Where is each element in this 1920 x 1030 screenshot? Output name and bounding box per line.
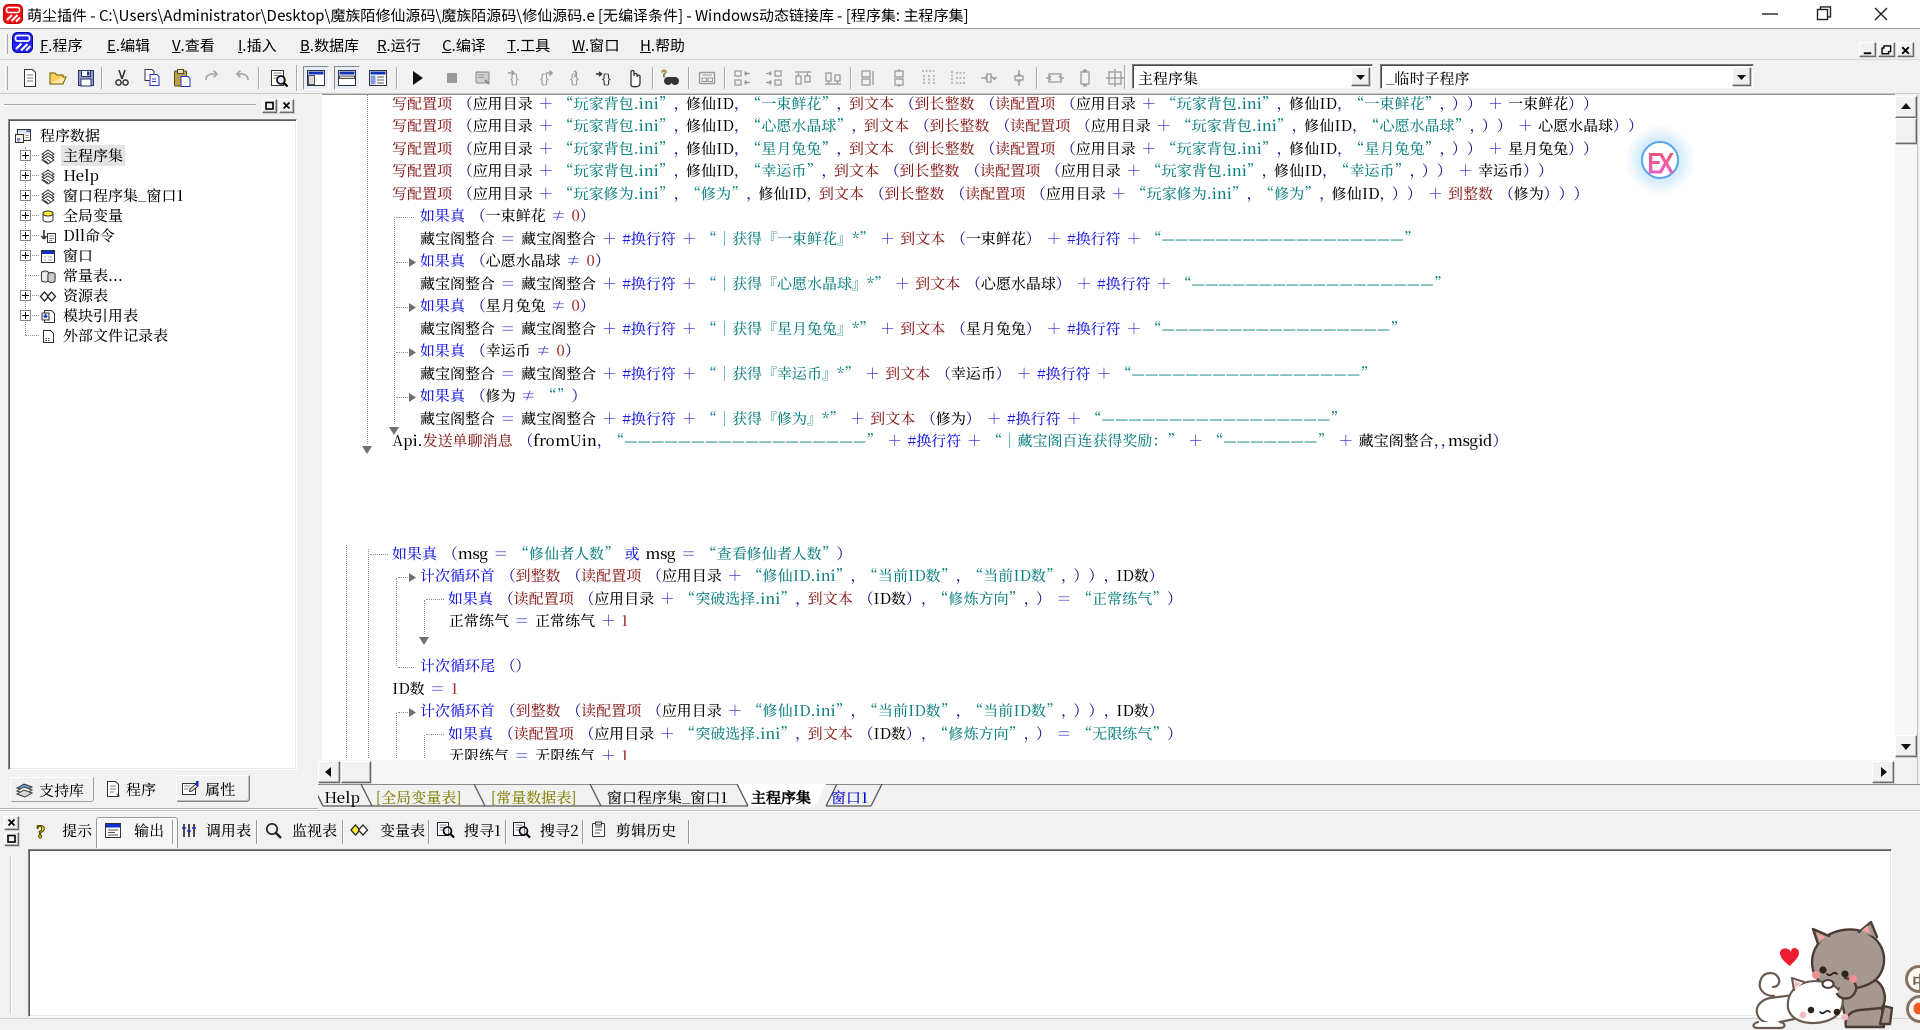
svg-text:{}: {} bbox=[602, 71, 611, 86]
svg-text:{}: {} bbox=[570, 71, 579, 86]
svg-text:?: ? bbox=[36, 822, 46, 842]
